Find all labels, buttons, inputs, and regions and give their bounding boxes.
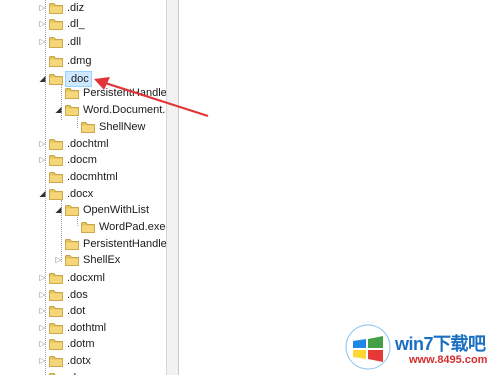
windows-logo-icon	[345, 324, 391, 370]
watermark-url: www.8495.com	[409, 354, 488, 366]
site-watermark: win7下载吧 www.8495.com	[345, 318, 500, 375]
watermark-title: win7下载吧	[395, 334, 486, 354]
